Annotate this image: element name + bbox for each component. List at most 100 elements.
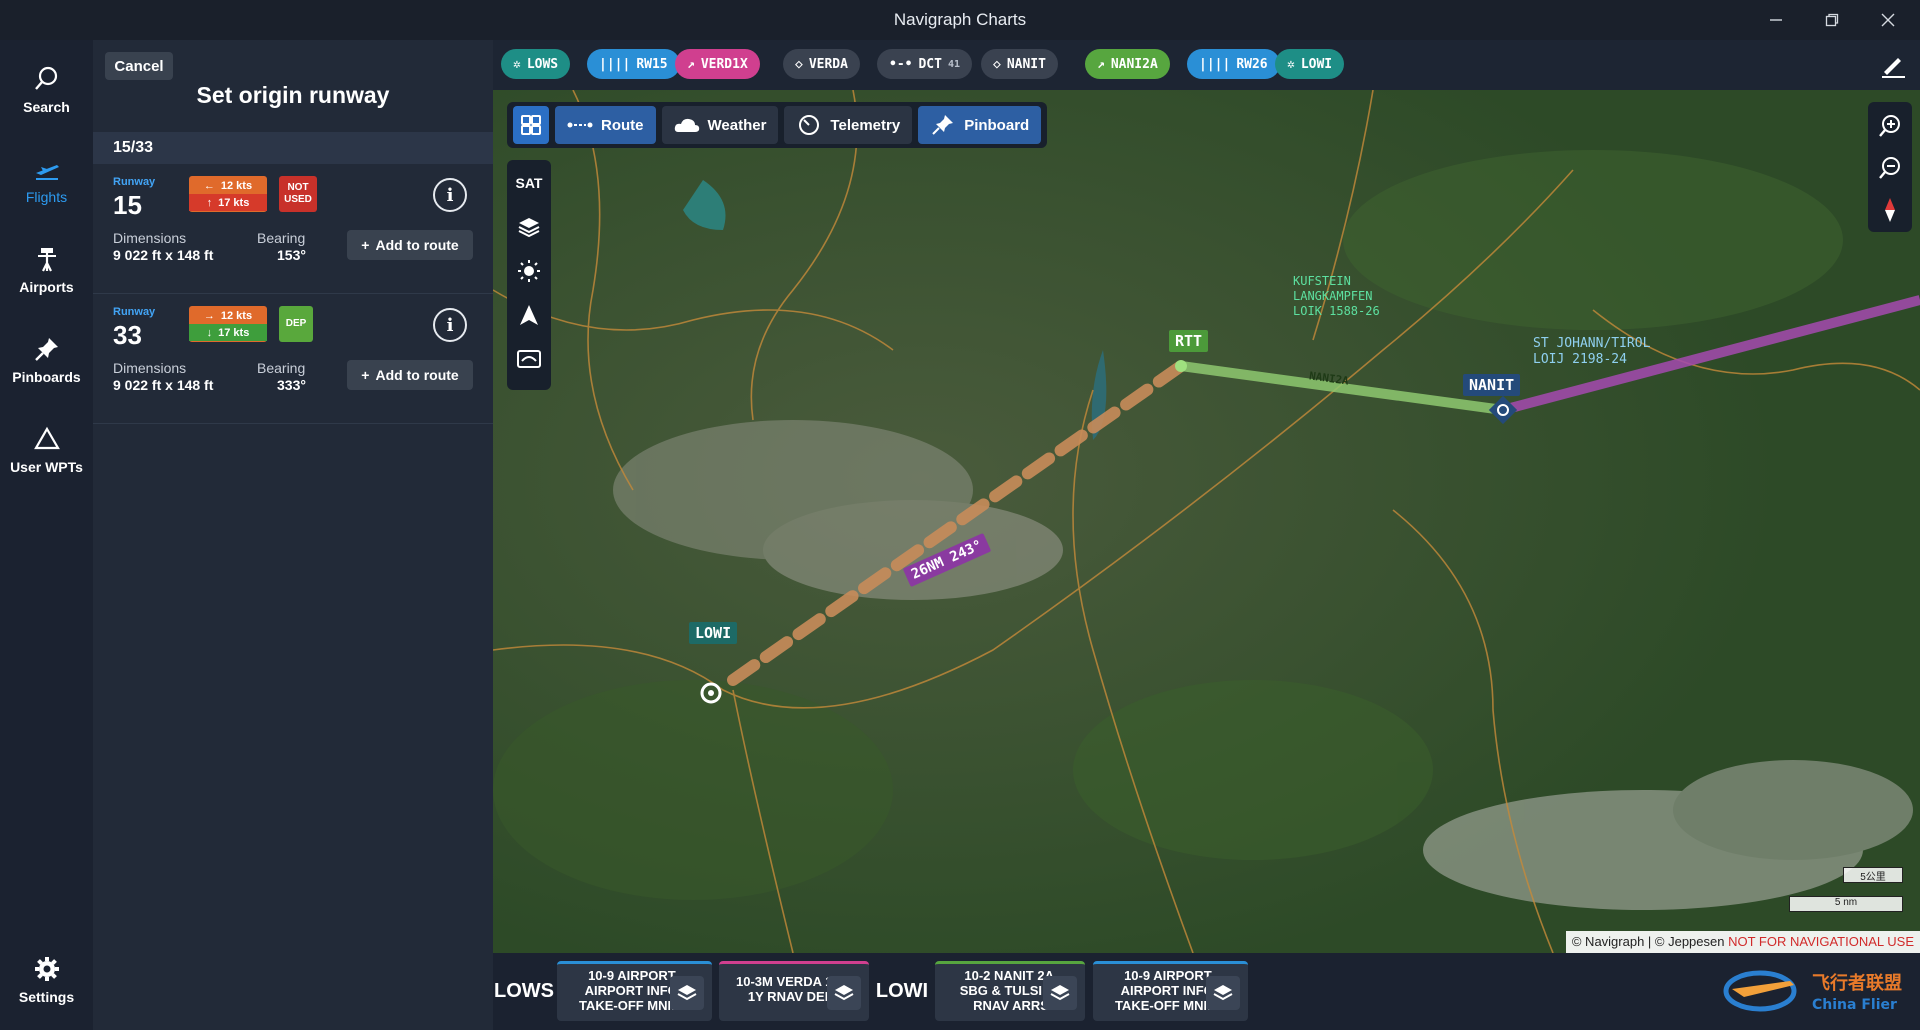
- route-bar: ✲ LOWS |||| RW15 ↗ VERD1X ◇ VERDA •-• DCT 41 ◇…: [493, 40, 1920, 90]
- nav-warning: NOT FOR NAVIGATIONAL USE: [1728, 934, 1914, 949]
- dimensions-label: Dimensions: [113, 230, 187, 246]
- close-button[interactable]: [1860, 0, 1916, 40]
- tab-label: Telemetry: [830, 116, 901, 134]
- zoom-out-button[interactable]: [1872, 148, 1908, 188]
- add-to-route-button[interactable]: + Add to route: [347, 230, 473, 260]
- minimize-button[interactable]: [1748, 0, 1804, 40]
- grid-icon: [521, 115, 541, 135]
- procedure-icon: ↗: [687, 56, 695, 72]
- chart-origin-airport[interactable]: LOWS: [494, 961, 554, 1021]
- chart-layers-button[interactable]: [1043, 976, 1077, 1010]
- info-button[interactable]: i: [433, 178, 467, 212]
- route-pill-origin[interactable]: ✲ LOWS: [501, 49, 571, 79]
- tab-telemetry[interactable]: Telemetry: [784, 106, 913, 144]
- nav-label: Airports: [19, 279, 74, 295]
- pill-label: VERD1X: [700, 56, 748, 72]
- tab-weather[interactable]: Weather: [661, 106, 779, 144]
- scale-km: 5公里: [1843, 867, 1903, 883]
- map-frame-icon: [517, 350, 541, 368]
- tab-label: Weather: [707, 116, 767, 134]
- chart-layers-button[interactable]: [1206, 976, 1240, 1010]
- maximize-button[interactable]: [1804, 0, 1860, 40]
- title-bar: Navigraph Charts: [0, 0, 1920, 40]
- airport-label-lowi[interactable]: LOWI: [689, 622, 738, 644]
- layers-icon: [677, 985, 697, 1001]
- chart-destination-airport[interactable]: LOWI: [876, 961, 928, 1021]
- tailwind-row: → 12 kts: [189, 307, 267, 324]
- info-icon: i: [446, 184, 454, 206]
- pill-label: RW26: [1236, 56, 1268, 72]
- minimize-icon: [1770, 19, 1782, 21]
- bearing-label: Bearing: [257, 360, 306, 376]
- nav-flights[interactable]: Flights: [0, 140, 93, 220]
- chart-card[interactable]: 10-9 AIRPORT, AIRPORT INFO, TAKE-OFF MNMS: [1093, 961, 1248, 1021]
- map-tab-bar: Route Weather Telemetry Pinboard: [507, 102, 1048, 148]
- pill-label: VERDA: [808, 56, 848, 72]
- dimensions-value: 9 022 ft x 148 ft: [113, 247, 214, 263]
- runway-card-33: Runway 33 → 12 kts ↓ 17 kts DEP i Dimensio…: [93, 294, 493, 424]
- bearing-label: Bearing: [257, 230, 306, 246]
- chart-card[interactable]: 10-3M VERDA 1X & 1Y RNAV DEPS: [719, 961, 869, 1021]
- chart-layers-button[interactable]: [827, 976, 861, 1010]
- zoom-controls: [1868, 102, 1912, 232]
- chart-card[interactable]: 10-9 AIRPORT, AIRPORT INFO, TAKE-OFF MNMS: [557, 961, 712, 1021]
- waypoint-label-rtt[interactable]: RTT: [1169, 330, 1209, 352]
- route-pill-waypoint[interactable]: ◇ VERDA: [783, 49, 860, 79]
- info-button[interactable]: i: [433, 308, 467, 342]
- route-pill-sid[interactable]: ↗ VERD1X: [675, 49, 760, 79]
- map-frame-button[interactable]: [511, 340, 547, 378]
- tab-route[interactable]: Route: [555, 106, 656, 144]
- zoom-in-button[interactable]: [1872, 106, 1908, 146]
- plus-icon: +: [361, 237, 370, 253]
- route-pill-runway[interactable]: |||| RW15: [587, 49, 680, 79]
- gauge-icon: [799, 115, 820, 135]
- nav-settings[interactable]: Settings: [0, 940, 93, 1020]
- tab-label: Pinboard: [964, 116, 1030, 134]
- wind-component: → 12 kts ↓ 17 kts: [189, 306, 267, 342]
- pill-label: LOWI: [1300, 56, 1333, 72]
- brightness-icon: [518, 260, 540, 282]
- edit-icon[interactable]: [1878, 50, 1908, 80]
- panel-header: Cancel Set origin runway: [93, 40, 493, 130]
- close-icon: [1881, 13, 1895, 27]
- nav-user-wpts[interactable]: User WPTs: [0, 410, 93, 490]
- route-pill-destination[interactable]: ✲ LOWI: [1275, 49, 1345, 79]
- layers-icon: [834, 985, 854, 1001]
- map-view[interactable]: Route Weather Telemetry Pinboard SAT LOW…: [493, 90, 1920, 953]
- tab-pinboard[interactable]: Pinboard: [918, 106, 1042, 144]
- nav-label: Search: [23, 99, 70, 115]
- nav-pinboards[interactable]: Pinboards: [0, 320, 93, 400]
- panel-title: Set origin runway: [196, 82, 390, 108]
- nav-airports[interactable]: Airports: [0, 230, 93, 310]
- north-up-button[interactable]: [511, 296, 547, 334]
- layers-button[interactable]: [511, 208, 547, 246]
- route-pill-waypoint[interactable]: ◇ NANIT: [981, 49, 1058, 79]
- crosswind-value: 17 kts: [218, 326, 250, 339]
- satellite-map: [493, 90, 1920, 953]
- compass-button[interactable]: [1872, 190, 1908, 230]
- chart-card[interactable]: 10-2 NANIT 2A, SBG & TULSI 3A RNAV ARRS: [935, 961, 1085, 1021]
- arrow-left-icon: ←: [203, 179, 215, 192]
- cancel-button[interactable]: Cancel: [105, 52, 173, 80]
- sat-toggle[interactable]: SAT: [511, 164, 547, 202]
- search-icon: [34, 66, 57, 90]
- add-to-route-button[interactable]: + Add to route: [347, 360, 473, 390]
- nav-search[interactable]: Search: [0, 50, 93, 130]
- layers-icon: [1213, 985, 1233, 1001]
- left-navigation: Search Flights Airports Pinboards User W…: [0, 40, 93, 1030]
- nav-label: User WPTs: [10, 459, 83, 475]
- route-pill-direct[interactable]: •-• DCT 41: [877, 49, 973, 79]
- add-label: Add to route: [375, 237, 459, 253]
- route-pill-runway[interactable]: |||| RW26: [1187, 49, 1280, 79]
- chart-layers-button[interactable]: [670, 976, 704, 1010]
- route-pill-star[interactable]: ↗ NANI2A: [1085, 49, 1170, 79]
- brightness-button[interactable]: [511, 252, 547, 290]
- runway-small-label: Runway: [113, 306, 156, 318]
- waypoint-label-nanit[interactable]: NANIT: [1463, 374, 1521, 396]
- grid-button[interactable]: [513, 106, 549, 144]
- pill-label: DCT: [918, 56, 942, 72]
- procedure-icon: ↗: [1097, 56, 1105, 72]
- headwind-value: 12 kts: [220, 309, 253, 322]
- wind-component: ← 12 kts ↑ 17 kts: [189, 176, 267, 212]
- triangle-icon: [33, 426, 60, 450]
